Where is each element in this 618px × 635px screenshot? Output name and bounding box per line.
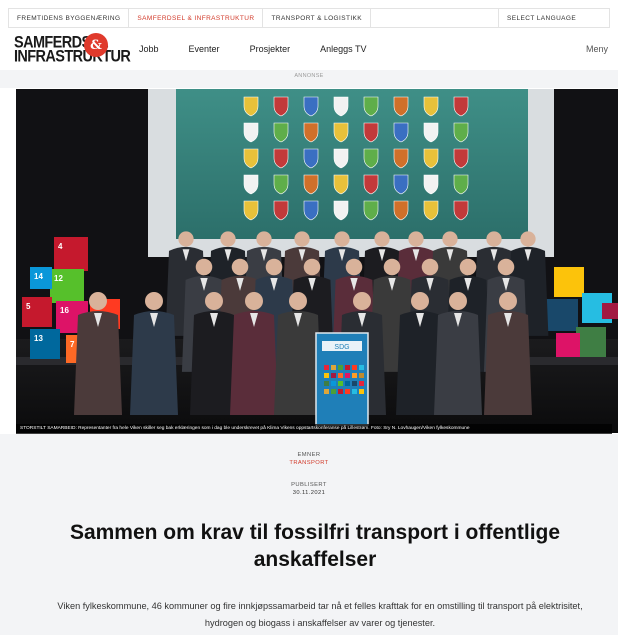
person-head xyxy=(383,258,401,276)
main-navigation: SAMFERDSEL INFRASTRUKTUR & Jobb Eventer … xyxy=(8,28,610,70)
banner-text: SDG xyxy=(334,344,349,351)
sdg-cube xyxy=(546,299,578,331)
topic-label: EMNER xyxy=(297,452,321,458)
banner-sdg-tile xyxy=(338,373,343,378)
nav-links: Jobb Eventer Prosjekter Anleggs TV xyxy=(139,44,396,54)
topbar-spacer xyxy=(371,9,499,27)
banner-sdg-tile xyxy=(359,365,364,370)
banner-sdg-tile xyxy=(352,365,357,370)
sdg-cube-number: 13 xyxy=(34,334,43,343)
sdg-cube xyxy=(556,333,580,357)
site-link-samferdsel-infrastruktur[interactable]: SAMFERDSEL & INFRASTRUKTUR xyxy=(129,9,264,27)
banner-sdg-tile xyxy=(338,365,343,370)
article-lead: Viken fylkeskommune, 46 kommuner og fire… xyxy=(57,601,583,628)
ad-label: ANNONSE xyxy=(294,73,324,79)
sdg-cube xyxy=(602,303,618,319)
photo-caption: STORSTILT SAMARBEID: Representanter fra … xyxy=(16,424,612,434)
banner-sdg-tile xyxy=(352,389,357,394)
site-link-transport-logistikk[interactable]: TRANSPORT & LOGISTIKK xyxy=(263,9,371,27)
person-head xyxy=(205,292,223,310)
person-head xyxy=(408,231,424,247)
sdg-cube-number: 5 xyxy=(26,302,31,311)
logo-line2: INFRASTRUKTUR xyxy=(14,47,131,67)
banner-sdg-tile xyxy=(331,373,336,378)
person-head xyxy=(520,231,536,247)
banner-sdg-tile xyxy=(324,381,329,386)
person-head xyxy=(497,258,515,276)
person-head xyxy=(421,258,439,276)
person-head xyxy=(442,231,458,247)
banner-sdg-tile xyxy=(345,373,350,378)
person-head xyxy=(145,292,163,310)
banner-sdg-tile xyxy=(324,389,329,394)
nav-item-jobb[interactable]: Jobb xyxy=(139,44,159,54)
sdg-cube xyxy=(576,327,606,357)
published-label: PUBLISERT xyxy=(291,482,327,488)
person-head xyxy=(245,292,263,310)
person-head xyxy=(334,231,350,247)
person-head xyxy=(449,292,467,310)
person-head xyxy=(303,258,321,276)
person-head xyxy=(459,258,477,276)
person-head xyxy=(499,292,517,310)
person-head xyxy=(374,231,390,247)
person-head xyxy=(220,231,236,247)
banner-sdg-tile xyxy=(331,389,336,394)
banner-sdg-tile xyxy=(345,381,350,386)
article-headline: Sammen om krav til fossilfri transport i… xyxy=(69,521,561,571)
person-head xyxy=(289,292,307,310)
nav-item-anleggs-tv[interactable]: Anleggs TV xyxy=(320,44,366,54)
select-language[interactable]: SELECT LANGUAGE xyxy=(499,15,609,22)
person-head xyxy=(231,258,249,276)
site-link-fremtidens-byggenaering[interactable]: FREMTIDENS BYGGENÆRING xyxy=(9,9,130,27)
top-sites-bar: FREMTIDENS BYGGENÆRING SAMFERDSEL & INFR… xyxy=(8,8,610,28)
person-head xyxy=(294,231,310,247)
nav-item-prosjekter[interactable]: Prosjekter xyxy=(250,44,291,54)
banner-sdg-tile xyxy=(359,373,364,378)
menu-button[interactable]: Meny xyxy=(586,44,608,54)
sdg-cube-number: 14 xyxy=(34,272,43,281)
sdg-cube-number: 7 xyxy=(70,340,75,349)
banner-sdg-tile xyxy=(345,365,350,370)
banner-sdg-tile xyxy=(345,389,350,394)
sdg-cube-number: 4 xyxy=(58,242,63,251)
sdg-cube-number: 12 xyxy=(54,274,63,283)
banner-sdg-tile xyxy=(331,381,336,386)
topic-link[interactable]: TRANSPORT xyxy=(0,460,618,466)
banner-sdg-tile xyxy=(359,389,364,394)
nav-item-eventer[interactable]: Eventer xyxy=(189,44,220,54)
person-head xyxy=(89,292,107,310)
person-head xyxy=(178,231,194,247)
site-logo[interactable]: SAMFERDSEL INFRASTRUKTUR & xyxy=(14,31,131,67)
person-head xyxy=(256,231,272,247)
hero-photo: 4 14 12 5 16 13 7 SDG xyxy=(16,89,618,433)
person-head xyxy=(411,292,429,310)
banner-sdg-tile xyxy=(324,365,329,370)
banner-sdg-tile xyxy=(352,381,357,386)
person-head xyxy=(486,231,502,247)
banner-sdg-tile xyxy=(338,381,343,386)
banner-sdg-tile xyxy=(352,373,357,378)
banner-sdg-tile xyxy=(338,389,343,394)
logo-ampersand-badge: & xyxy=(84,33,108,57)
person-head xyxy=(265,258,283,276)
banner-sdg-tile xyxy=(359,381,364,386)
person-head xyxy=(195,258,213,276)
sdg-cube xyxy=(554,267,584,297)
banner-sdg-tile xyxy=(331,365,336,370)
hero-photo-illustration: 4 14 12 5 16 13 7 SDG xyxy=(16,89,618,433)
published-date: 30.11.2021 xyxy=(292,490,326,496)
sdg-cube-number: 16 xyxy=(60,306,69,315)
person-head xyxy=(345,258,363,276)
banner-sdg-tile xyxy=(324,373,329,378)
person-head xyxy=(353,292,371,310)
